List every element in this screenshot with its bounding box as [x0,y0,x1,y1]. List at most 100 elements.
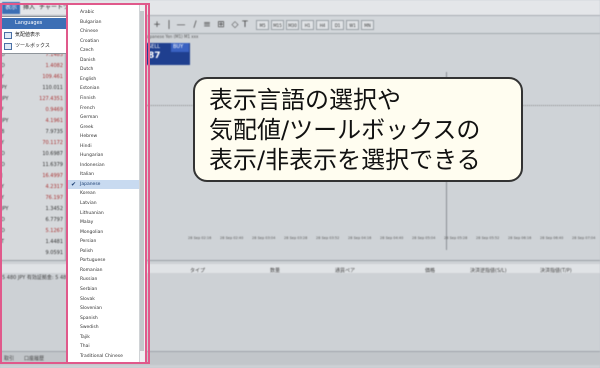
language-item-chinese[interactable]: Chinese [68,27,139,37]
language-item-bulgarian[interactable]: Bulgarian [68,18,139,28]
scrollbar-thumb[interactable] [140,11,144,351]
language-label: Spanish [80,315,98,321]
callout-line-3: 表示/非表示を選択できる [209,146,481,174]
language-item-indonesian[interactable]: Indonesian [68,161,139,171]
language-item-english[interactable]: English [68,75,139,85]
menu-item-toolbox[interactable]: ツールボックス [1,41,74,52]
language-item-persian[interactable]: Persian [68,237,139,247]
language-item-czech[interactable]: Czech [68,46,139,56]
quote-row[interactable]: T 1.4481 [0,237,66,248]
language-item-portuguese[interactable]: Portuguese [68,256,139,266]
chart-date-label: 28 Sep 04:16 [348,236,372,240]
quote-row[interactable]: Y 4.2317 [0,182,66,193]
menu-item-languages[interactable]: Languages ▸ [1,18,74,29]
language-item-hungarian[interactable]: Hungarian [68,151,139,161]
language-item-spanish[interactable]: Spanish [68,314,139,324]
timeframe-w1[interactable]: W1 [346,20,359,30]
language-item-slovenian[interactable]: Slovenian [68,304,139,314]
quote-row[interactable]: 9.0591 [0,248,66,259]
language-label: Danish [80,57,96,63]
quote-row[interactable]: D 1.4082 [0,61,66,72]
timeframe-d1[interactable]: D1 [331,20,344,30]
timeframe-mn[interactable]: MN [361,20,374,30]
quote-row[interactable]: Y 109.461 [0,72,66,83]
languages-scrollbar[interactable] [139,5,145,362]
quote-row[interactable]: B 7.9735 [0,127,66,138]
quote-row[interactable]: JPY 127.4351 [0,94,66,105]
fibonacci-icon[interactable]: ⊞ [216,19,226,31]
language-item-polish[interactable]: Polish [68,247,139,257]
chart-date-label: 28 Sep 06:40 [540,236,564,240]
trendline-icon[interactable]: / [190,19,200,31]
language-item-serbian[interactable]: Serbian [68,285,139,295]
language-item-dutch[interactable]: Dutch [68,65,139,75]
language-item-estonian[interactable]: Estonian [68,84,139,94]
language-item-malay[interactable]: Malay [68,218,139,228]
language-item-traditional-chinese[interactable]: Traditional Chinese [68,352,139,362]
quote-row[interactable]: D 6.7797 [0,215,66,226]
vertical-line-icon[interactable]: | [164,19,174,31]
language-item-romanian[interactable]: Romanian [68,266,139,276]
language-label: Chinese [80,29,98,35]
quote-row[interactable]: D 5.1267 [0,226,66,237]
channel-icon[interactable]: ≡ [202,19,212,31]
chart-date-label: 28 Sep 07:04 [572,236,596,240]
market-watch-icon [4,32,12,39]
tab-history[interactable]: 口座履歴 [24,355,44,362]
quote-row[interactable]: D 10.6987 [0,149,66,160]
chart-date-label: 28 Sep 03:28 [284,236,308,240]
menu-view[interactable]: 表示 [2,2,21,14]
quote-row[interactable]: Y 70.1172 [0,138,66,149]
language-item-croatian[interactable]: Croatian [68,37,139,47]
tab-trade[interactable]: 取引 [4,355,14,362]
language-label: Latvian [80,201,97,206]
timeframe-h4[interactable]: H4 [316,20,329,30]
timeframe-m15[interactable]: M15 [271,20,284,30]
quote-row[interactable]: PY 110.011 [0,83,66,94]
timeframe-m5[interactable]: M5 [256,20,269,30]
menu-item-market-watch[interactable]: 気配値表示 [1,30,74,41]
chart-date-label: 28 Sep 06:16 [508,236,532,240]
language-item-latvian[interactable]: Latvian [68,199,139,209]
crosshair-icon[interactable]: + [152,19,162,31]
language-item-danish[interactable]: Danish [68,56,139,66]
language-item-hebrew[interactable]: Hebrew [68,132,139,142]
timeframe-h1[interactable]: H1 [301,20,314,30]
language-item-greek[interactable]: Greek [68,123,139,133]
text-icon[interactable]: T [240,19,250,31]
language-item-thai[interactable]: Thai [68,342,139,352]
timeframe-m30[interactable]: M30 [286,20,299,30]
language-item-french[interactable]: French [68,104,139,114]
quote-symbol: Y [1,184,5,190]
quote-value: 109.461 [42,74,63,80]
language-item-swedish[interactable]: Swedish [68,323,139,333]
chart-date-label: 28 Sep 03:52 [316,236,340,240]
quote-symbol: J [1,173,3,179]
quote-row[interactable]: JPY 4.1961 [0,116,66,127]
language-item-japanese[interactable]: ✔ Japanese [68,179,139,190]
language-label: Portuguese [80,258,106,264]
language-item-tajik[interactable]: Tajik [68,333,139,343]
buy-price-box[interactable]: BUY [171,43,189,52]
quote-row[interactable]: F 0.9469 [0,105,66,116]
language-item-korean[interactable]: Korean [68,189,139,199]
language-item-slovak[interactable]: Slovak [68,295,139,305]
callout-line-1: 表示言語の選択や [209,86,401,114]
language-label: Mongolian [80,229,104,235]
language-item-mongolian[interactable]: Mongolian [68,228,139,238]
language-item-finnish[interactable]: Finnish [68,94,139,104]
quote-symbol: Y [1,74,5,80]
quote-row[interactable]: Y 76.197 [0,193,66,204]
quote-value: 127.4351 [39,96,63,102]
language-item-hindi[interactable]: Hindi [68,142,139,152]
shapes-icon[interactable]: ◇ [230,19,240,31]
language-item-italian[interactable]: Italian [68,170,139,180]
language-item-german[interactable]: German [68,113,139,123]
language-item-russian[interactable]: Russian [68,275,139,285]
quote-row[interactable]: J 16.4997 [0,171,66,182]
language-item-lithuanian[interactable]: Lithuanian [68,209,139,219]
quote-row[interactable]: D 11.6379 [0,160,66,171]
horizontal-line-icon[interactable]: — [176,19,186,31]
language-item-arabic[interactable]: Arabic [68,8,139,18]
quote-row[interactable]: JPY 1.3452 [0,204,66,215]
